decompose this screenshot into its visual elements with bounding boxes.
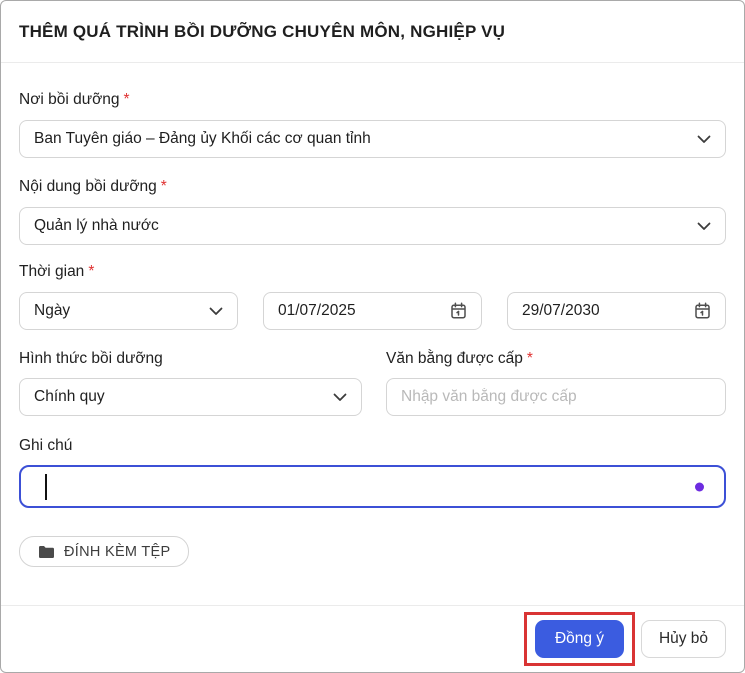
- degree-label: Văn bằng được cấp *: [386, 350, 533, 367]
- dialog-body: Nơi bồi dưỡng * Ban Tuyên giáo – Đảng ủy …: [1, 91, 744, 567]
- cancel-button[interactable]: Hủy bỏ: [641, 620, 726, 658]
- chevron-down-icon: [333, 393, 347, 402]
- extension-dot-icon: [695, 482, 704, 491]
- start-date-input[interactable]: 01/07/2025: [263, 292, 482, 330]
- chevron-down-icon: [209, 307, 223, 316]
- note-label: Ghi chú: [19, 437, 73, 454]
- training-place-label: Nơi bồi dưỡng *: [19, 91, 130, 108]
- training-form-value: Chính quy: [34, 388, 105, 405]
- training-content-select[interactable]: Quản lý nhà nước: [19, 207, 726, 245]
- required-asterisk: *: [88, 263, 95, 280]
- required-asterisk: *: [123, 91, 130, 108]
- chevron-down-icon: [697, 222, 711, 231]
- ok-button[interactable]: Đồng ý: [535, 620, 624, 658]
- note-input[interactable]: [19, 465, 726, 508]
- calendar-icon[interactable]: [450, 302, 467, 320]
- end-date-value: 29/07/2030: [522, 302, 600, 319]
- time-label: Thời gian *: [19, 263, 95, 280]
- time-row: Ngày 01/07/2025 29/07/2030: [19, 292, 726, 330]
- time-unit-value: Ngày: [34, 302, 71, 319]
- dialog-title: THÊM QUÁ TRÌNH BỒI DƯỠNG CHUYÊN MÔN, NGH…: [19, 21, 506, 41]
- dialog-footer: Đồng ý Hủy bỏ: [1, 605, 744, 672]
- required-asterisk: *: [160, 178, 167, 195]
- annotation-highlight-box: Đồng ý: [524, 612, 635, 666]
- training-content-value: Quản lý nhà nước: [34, 217, 159, 234]
- required-asterisk: *: [526, 350, 533, 367]
- training-form-label: Hình thức bồi dưỡng: [19, 350, 163, 367]
- attach-file-button[interactable]: ĐÍNH KÈM TỆP: [19, 536, 190, 567]
- training-form-select[interactable]: Chính quy: [19, 378, 362, 416]
- dialog-header: THÊM QUÁ TRÌNH BỒI DƯỠNG CHUYÊN MÔN, NGH…: [1, 1, 744, 63]
- start-date-value: 01/07/2025: [278, 302, 356, 319]
- folder-icon: [38, 545, 55, 559]
- training-content-label: Nội dung bồi dưỡng *: [19, 178, 167, 195]
- chevron-down-icon: [697, 135, 711, 144]
- text-caret: [45, 473, 47, 500]
- training-place-value: Ban Tuyên giáo – Đảng ủy Khối các cơ qua…: [34, 130, 371, 147]
- calendar-icon[interactable]: [694, 302, 711, 320]
- attach-file-label: ĐÍNH KÈM TỆP: [64, 543, 171, 560]
- form-and-degree-row: Hình thức bồi dưỡng Chính quy Văn bằng đ…: [19, 350, 726, 416]
- time-unit-select[interactable]: Ngày: [19, 292, 238, 330]
- add-training-dialog: THÊM QUÁ TRÌNH BỒI DƯỠNG CHUYÊN MÔN, NGH…: [0, 0, 745, 673]
- end-date-input[interactable]: 29/07/2030: [507, 292, 726, 330]
- degree-input[interactable]: [386, 378, 726, 416]
- training-place-select[interactable]: Ban Tuyên giáo – Đảng ủy Khối các cơ qua…: [19, 120, 726, 158]
